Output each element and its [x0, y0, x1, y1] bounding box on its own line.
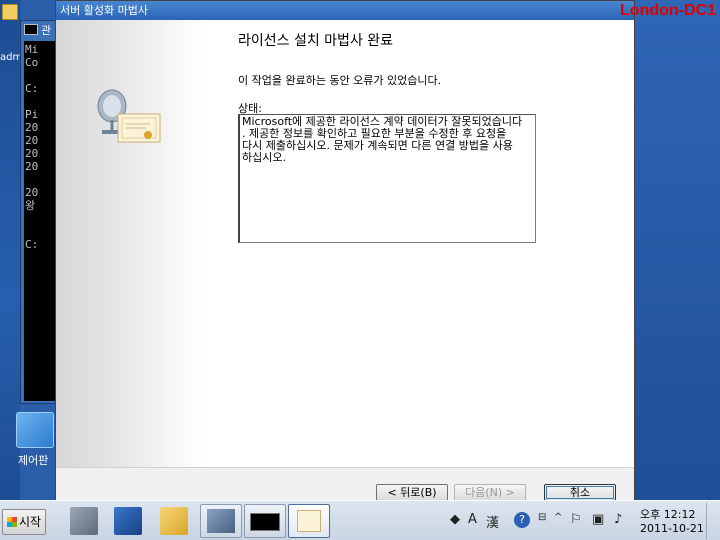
license-certificate-icon [97, 89, 161, 143]
windows-flag-icon [7, 517, 17, 527]
activation-wizard-window[interactable]: 서버 활성화 마법사 라이선스 설치 마법사 완료 이 작업을 완료하는 동안 … [55, 0, 635, 501]
error-message: 이 작업을 완료하는 동안 오류가 있었습니다. [238, 74, 442, 87]
show-hidden-icons[interactable]: ^ [554, 512, 562, 523]
action-center-flag-icon[interactable]: ⚐ [570, 512, 582, 527]
status-line: 하십시오. [242, 151, 286, 164]
control-panel-icon[interactable] [16, 412, 54, 448]
language-bar-icon[interactable]: ◆ [450, 512, 460, 527]
cmd-line [25, 95, 57, 108]
network-icon[interactable]: ▣ [592, 512, 604, 527]
taskbar-cmd[interactable] [244, 504, 286, 538]
status-textbox[interactable]: Microsoft에 제공한 라이선스 계약 데이터가 잘못되었습니다 . 제공… [238, 114, 536, 243]
cancel-button[interactable]: 취소 [544, 484, 616, 501]
cmd-line: 20 [25, 134, 39, 147]
server-name-label: London-DC1 [620, 2, 716, 19]
cmd-line: C: [25, 82, 39, 95]
volume-icon[interactable]: ♪ [614, 512, 622, 527]
wizard-button-bar: < 뒤로(B) 다음(N) > 취소 [56, 467, 634, 501]
clock-time[interactable]: 오후 12:12 [640, 506, 695, 522]
server-manager-icon[interactable] [70, 507, 98, 535]
page-title: 라이선스 설치 마법사 완료 [238, 33, 394, 49]
back-button[interactable]: < 뒤로(B) [376, 484, 448, 501]
cmd-line [25, 225, 57, 238]
cmd-line: 20 [25, 160, 39, 173]
cmd-line [25, 173, 57, 186]
cmd-line: 20 [25, 147, 39, 160]
cmd-line [25, 212, 57, 225]
taskbar-server-tools[interactable] [200, 504, 242, 538]
wizard-side-panel [56, 20, 206, 467]
wizard-content: 라이선스 설치 마법사 완료 이 작업을 완료하는 동안 오류가 있었습니다. … [206, 20, 634, 467]
start-label: 시작 [19, 515, 42, 529]
cmd-output[interactable]: Mi Co C: Pi 20 20 20 20 20 왕 C: [24, 41, 58, 401]
wizard-title: 서버 활성화 마법사 [60, 4, 148, 17]
wizard-titlebar[interactable]: 서버 활성화 마법사 [56, 1, 634, 20]
cmd-line [25, 69, 57, 82]
cmd-window[interactable]: 관 Mi Co C: Pi 20 20 20 20 20 왕 C: [20, 20, 60, 404]
cmd-line: Mi [25, 43, 39, 56]
powershell-icon[interactable] [114, 507, 142, 535]
taskbar: 시작 ◆ A 漢 ? ⊟ ^ ⚐ ▣ ♪ 오후 12:12 2011-10-21 [0, 500, 720, 540]
system-tray: ◆ A 漢 ? ⊟ ^ ⚐ ▣ ♪ 오후 12:12 2011-10-21 [444, 503, 720, 539]
hanja-mode[interactable]: 漢 [486, 512, 499, 531]
desktop-icon-label: adm [0, 52, 23, 63]
cmd-window-title: 관 [41, 24, 52, 37]
taskbar-license-wizard[interactable] [288, 504, 330, 538]
start-button[interactable]: 시작 [2, 509, 46, 535]
folder-icon[interactable] [160, 507, 188, 535]
command-prompt-icon [250, 513, 280, 531]
server-tools-icon [207, 509, 235, 533]
cmd-line: Pi [25, 108, 39, 121]
license-certificate-icon [297, 510, 321, 532]
command-prompt-icon [24, 24, 38, 35]
desktop-background-right [635, 0, 720, 500]
cmd-line: Co [25, 56, 39, 69]
control-panel-label: 제어판 [18, 454, 49, 467]
cmd-line: C: [25, 238, 39, 251]
clock-date[interactable]: 2011-10-21 [640, 522, 704, 535]
show-desktop-button[interactable] [706, 503, 720, 539]
cmd-line: 20 [25, 121, 39, 134]
help-icon[interactable]: ? [514, 512, 530, 528]
ime-mode[interactable]: A [468, 512, 477, 527]
next-button[interactable]: 다음(N) > [454, 484, 526, 501]
cmd-line: 왕 [25, 199, 36, 212]
options-icon[interactable]: ⊟ [538, 512, 546, 523]
desktop-folder-icon[interactable] [2, 4, 18, 20]
cmd-line: 20 [25, 186, 39, 199]
